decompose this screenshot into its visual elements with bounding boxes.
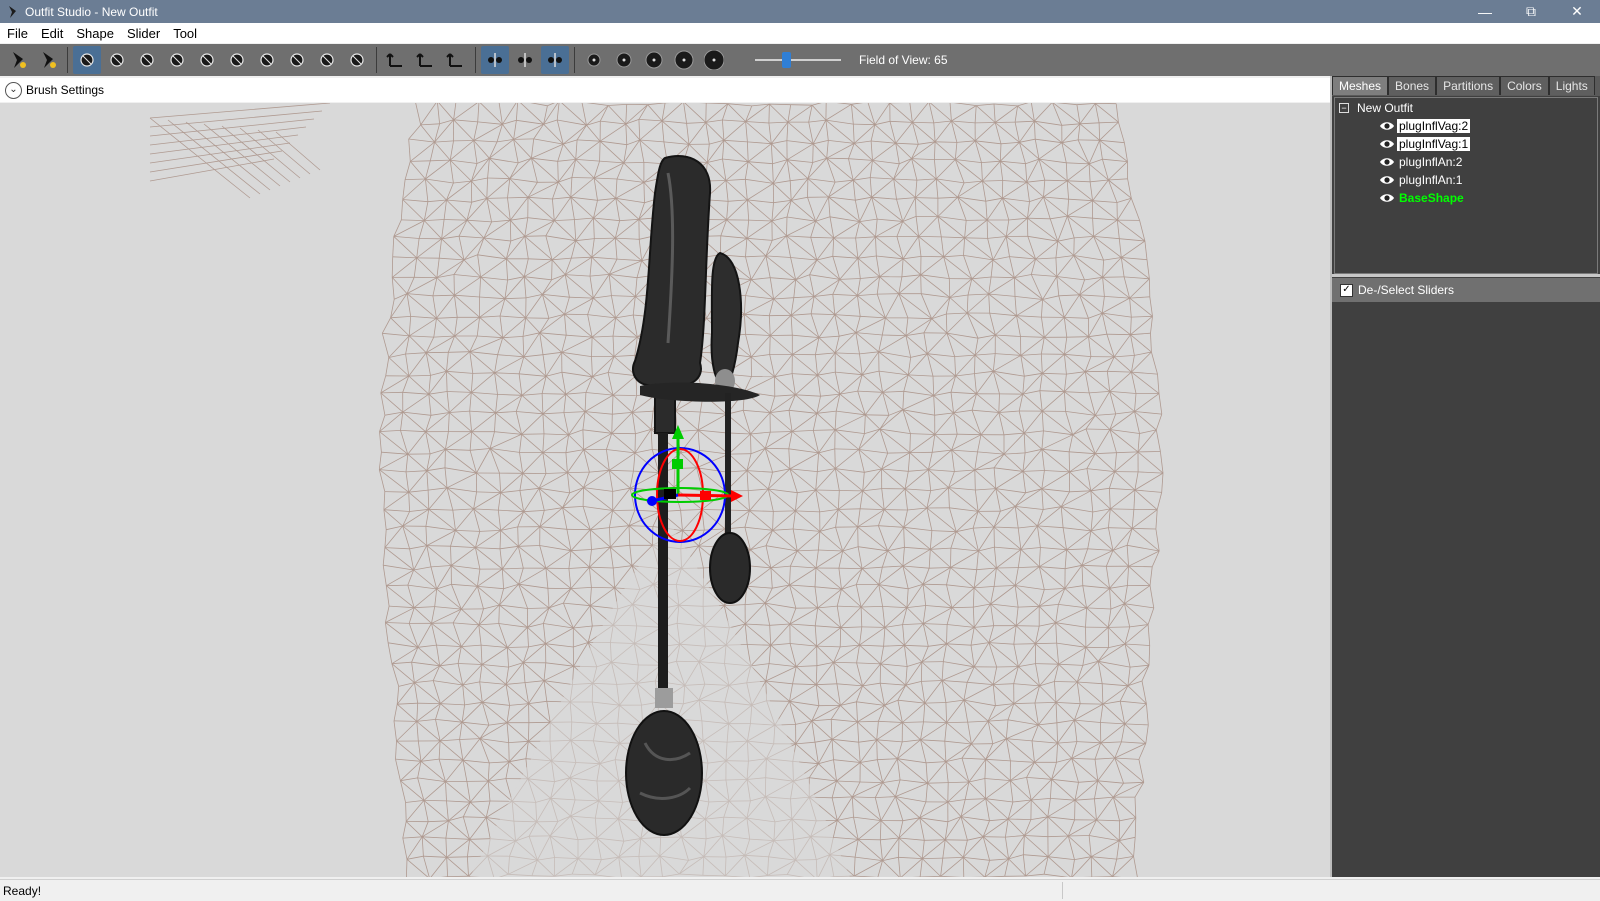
tab-bones[interactable]: Bones [1388, 76, 1436, 95]
collapse-icon[interactable]: − [1339, 103, 1349, 113]
eye-icon[interactable] [1379, 156, 1395, 168]
restore-icon[interactable]: ⧉ [1508, 0, 1554, 23]
minimize-icon[interactable]: — [1462, 0, 1508, 23]
tab-partitions[interactable]: Partitions [1436, 76, 1500, 95]
select-brush-icon[interactable] [73, 46, 101, 74]
tab-lights[interactable]: Lights [1549, 76, 1595, 95]
undiff-brush-icon[interactable] [253, 46, 281, 74]
status-text: Ready! [0, 884, 41, 898]
smooth-brush-icon[interactable] [223, 46, 251, 74]
mesh-item[interactable]: plugInflAn:1 [1379, 172, 1464, 188]
inflate-brush-icon[interactable] [133, 46, 161, 74]
texture-view-icon[interactable] [700, 46, 728, 74]
fov-slider[interactable] [755, 50, 841, 70]
menu-shape[interactable]: Shape [69, 26, 120, 41]
mesh-name: BaseShape [1397, 191, 1466, 205]
weight-brush-icon[interactable] [283, 46, 311, 74]
window-title: Outfit Studio - New Outfit [25, 5, 158, 19]
menu-tool[interactable]: Tool [166, 26, 203, 41]
sliders-header-label: De-/Select Sliders [1358, 283, 1454, 297]
tree-root-label: New Outfit [1357, 101, 1413, 115]
eye-icon[interactable] [1379, 138, 1395, 150]
tab-meshes[interactable]: Meshes [1332, 76, 1388, 95]
viewport-canvas[interactable] [0, 103, 1330, 877]
close-icon[interactable]: ✕ [1554, 0, 1600, 23]
deflate-brush-icon[interactable] [163, 46, 191, 74]
alpha-brush-icon[interactable] [343, 46, 371, 74]
connected-only-icon[interactable] [511, 46, 539, 74]
mesh-name: plugInflVag:2 [1397, 119, 1470, 133]
menu-file[interactable]: File [0, 26, 34, 41]
menu-edit[interactable]: Edit [34, 26, 69, 41]
mesh-item[interactable]: plugInflVag:1 [1379, 136, 1470, 152]
app-logo-icon [6, 5, 20, 19]
chevron-down-icon[interactable]: ⌄ [5, 82, 22, 99]
tree-root-outfit[interactable]: − New Outfit [1339, 101, 1413, 115]
mesh-item[interactable]: plugInflVag:2 [1379, 118, 1470, 134]
eye-icon[interactable] [1379, 120, 1395, 132]
fov-label: Field of View: 65 [859, 53, 948, 67]
mesh-item[interactable]: plugInflAn:2 [1379, 154, 1464, 170]
vertex-edit-icon[interactable] [442, 46, 470, 74]
deselect-sliders-checkbox[interactable]: ✓ [1340, 284, 1353, 297]
title-bar: Outfit Studio - New Outfit — ⧉ ✕ [0, 0, 1600, 23]
global-brush-collision-icon[interactable] [541, 46, 569, 74]
side-panel: MeshesBonesPartitionsColorsLights − New … [1332, 76, 1600, 877]
sliders-header[interactable]: ✓ De-/Select Sliders [1332, 278, 1600, 302]
status-bar: Ready! [0, 879, 1600, 901]
new-project-icon[interactable] [4, 46, 32, 74]
toolbar: Field of View: 65 [0, 44, 1600, 76]
color-brush-icon[interactable] [313, 46, 341, 74]
mask-brush-icon[interactable] [103, 46, 131, 74]
3d-viewport[interactable] [0, 103, 1330, 877]
brush-settings-label: Brush Settings [26, 83, 104, 97]
mesh-item[interactable]: BaseShape [1379, 190, 1466, 206]
eye-icon[interactable] [1379, 174, 1395, 186]
move-brush-icon[interactable] [193, 46, 221, 74]
brush-size-small-icon[interactable] [580, 46, 608, 74]
mesh-name: plugInflAn:2 [1397, 155, 1464, 169]
brush-size-medium-icon[interactable] [610, 46, 638, 74]
transform-tool-icon[interactable] [382, 46, 410, 74]
mesh-tree[interactable]: − New Outfit plugInflVag:2 plugInflVag:1 p… [1334, 97, 1598, 274]
fov-slider-thumb[interactable] [782, 52, 791, 68]
eye-icon[interactable] [1379, 192, 1395, 204]
menu-bar: File Edit Shape Slider Tool [0, 23, 1600, 43]
load-outfit-icon[interactable] [34, 46, 62, 74]
mesh-name: plugInflVag:1 [1397, 137, 1470, 151]
tab-colors[interactable]: Colors [1500, 76, 1549, 95]
menu-slider[interactable]: Slider [120, 26, 166, 41]
brush-settings-bar[interactable]: ⌄ Brush Settings [0, 78, 1330, 102]
mesh-name: plugInflAn:1 [1397, 173, 1464, 187]
brush-size-large-icon[interactable] [640, 46, 668, 74]
side-splitter[interactable] [1332, 274, 1600, 277]
brush-size-xlarge-icon[interactable] [670, 46, 698, 74]
pivot-tool-icon[interactable] [412, 46, 440, 74]
side-tabs: MeshesBonesPartitionsColorsLights [1332, 76, 1600, 96]
x-mirror-icon[interactable] [481, 46, 509, 74]
